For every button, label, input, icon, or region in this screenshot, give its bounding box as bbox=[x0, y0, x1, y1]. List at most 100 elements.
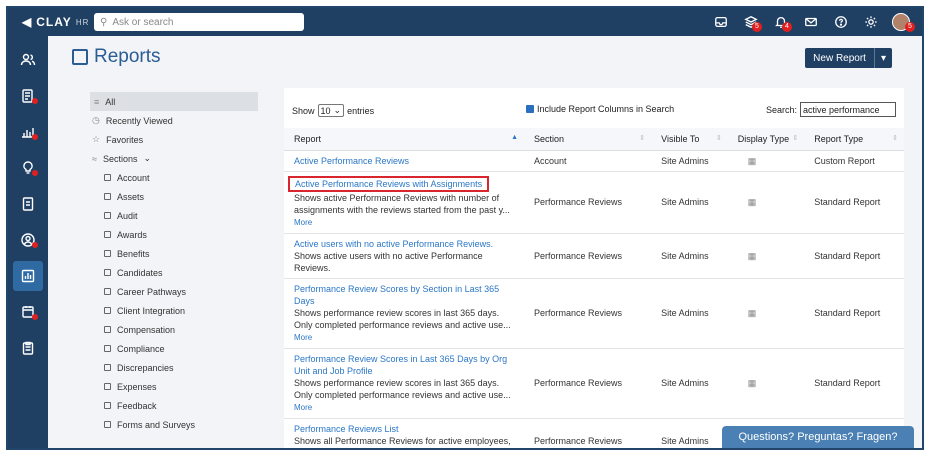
section-checkbox[interactable] bbox=[104, 402, 111, 409]
help-chat-button[interactable]: Questions? Preguntas? Fragen? bbox=[722, 426, 914, 448]
table-header-row: Report ▲ Section ⇕ Visible To ⇕ Display Typ… bbox=[284, 128, 904, 151]
filter-all[interactable]: ≡ All bbox=[90, 92, 258, 111]
section-item[interactable]: Benefits bbox=[72, 244, 278, 263]
filter-sections[interactable]: ≈ Sections ⌄ bbox=[72, 149, 278, 168]
col-report[interactable]: Report ▲ bbox=[284, 128, 524, 151]
table-search-input[interactable]: active performance bbox=[800, 102, 896, 117]
mail-icon[interactable] bbox=[796, 12, 826, 32]
section-checkbox[interactable] bbox=[104, 174, 111, 181]
section-checkbox[interactable] bbox=[104, 231, 111, 238]
logo[interactable]: ◀ CLAY HR bbox=[22, 15, 89, 29]
col-visible-to[interactable]: Visible To ⇕ bbox=[651, 128, 728, 151]
report-description: Shows active Performance Reviews with nu… bbox=[294, 192, 510, 215]
section-item[interactable]: Audit bbox=[72, 206, 278, 225]
sort-icon: ⇕ bbox=[892, 135, 898, 142]
table-row: Performance Review Scores in Last 365 Da… bbox=[284, 348, 904, 419]
report-link[interactable]: Active Performance Reviews bbox=[294, 156, 409, 166]
section-checkbox[interactable] bbox=[104, 288, 111, 295]
section-item[interactable]: Assets bbox=[72, 187, 278, 206]
section-checkbox[interactable] bbox=[104, 307, 111, 314]
section-checkbox[interactable] bbox=[104, 345, 111, 352]
more-link[interactable]: More bbox=[294, 333, 312, 342]
people-icon[interactable] bbox=[8, 42, 48, 78]
chevron-down-icon: ⌄ bbox=[333, 105, 342, 115]
section-checkbox[interactable] bbox=[104, 269, 111, 276]
gear-icon[interactable] bbox=[856, 12, 886, 32]
section-item-label: Discrepancies bbox=[117, 362, 174, 373]
report-link[interactable]: Performance Review Scores by Section in … bbox=[294, 284, 499, 306]
inbox-icon[interactable] bbox=[706, 12, 736, 32]
display-type-cell: ▦ bbox=[727, 278, 805, 349]
filter-favorites[interactable]: ☆ Favorites bbox=[72, 130, 278, 149]
report-type-cell: Standard Report bbox=[804, 278, 904, 349]
global-search-input[interactable]: ⚲ Ask or search bbox=[94, 13, 304, 31]
filter-recently-viewed[interactable]: ◷ Recently Viewed bbox=[72, 111, 278, 130]
table-search-control: Search: active performance bbox=[766, 102, 896, 117]
search-placeholder: Ask or search bbox=[112, 16, 174, 28]
section-checkbox[interactable] bbox=[104, 193, 111, 200]
section-checkbox[interactable] bbox=[104, 383, 111, 390]
show-label: Show bbox=[292, 105, 315, 116]
section-cell: Performance Reviews bbox=[524, 171, 652, 234]
col-display-type[interactable]: Display Type ⇕ bbox=[727, 128, 805, 151]
report-cell: Performance Review Scores by Section in … bbox=[284, 278, 524, 349]
visible-to-cell: Site Admins bbox=[651, 348, 728, 419]
more-link[interactable]: More bbox=[294, 403, 312, 412]
more-link[interactable]: More bbox=[294, 218, 312, 227]
goals-icon[interactable] bbox=[8, 114, 48, 150]
entries-select[interactable]: 10 ⌄ bbox=[317, 104, 345, 117]
table-grid-icon: ▦ bbox=[747, 155, 757, 166]
documents-icon[interactable] bbox=[8, 186, 48, 222]
entries-value: 10 bbox=[320, 105, 331, 116]
section-cell: Account bbox=[524, 150, 652, 172]
sections-label: Sections bbox=[102, 153, 138, 164]
clipboard-icon[interactable] bbox=[8, 330, 48, 366]
section-item[interactable]: Discrepancies bbox=[72, 358, 278, 377]
section-checkbox[interactable] bbox=[104, 364, 111, 371]
layers-icon[interactable]: 5 bbox=[736, 12, 766, 32]
notification-dot bbox=[32, 314, 38, 320]
section-item[interactable]: Career Pathways bbox=[72, 282, 278, 301]
learning-icon[interactable] bbox=[8, 150, 48, 186]
report-link[interactable]: Active Performance Reviews with Assignme… bbox=[295, 179, 482, 189]
section-checkbox[interactable] bbox=[104, 250, 111, 257]
section-item[interactable]: Forms and Surveys bbox=[72, 415, 278, 434]
section-item[interactable]: Candidates bbox=[72, 263, 278, 282]
chevron-down-icon[interactable]: ▾ bbox=[873, 48, 892, 68]
new-report-button[interactable]: New Report ▾ bbox=[805, 48, 892, 68]
section-item[interactable]: Client Integration bbox=[72, 301, 278, 320]
report-link[interactable]: Active users with no active Performance … bbox=[294, 239, 493, 249]
report-link[interactable]: Performance Review Scores in Last 365 Da… bbox=[294, 354, 507, 376]
help-icon[interactable] bbox=[826, 12, 856, 32]
report-type-cell: Standard Report bbox=[804, 233, 904, 279]
schedule-icon[interactable] bbox=[8, 294, 48, 330]
report-link[interactable]: Performance Reviews List bbox=[294, 424, 399, 434]
section-item[interactable]: Account bbox=[72, 168, 278, 187]
profile-icon[interactable] bbox=[8, 222, 48, 258]
col-section-label: Section bbox=[534, 133, 565, 144]
section-checkbox[interactable] bbox=[104, 326, 111, 333]
time-sheet-icon[interactable] bbox=[8, 78, 48, 114]
section-item-label: Compensation bbox=[117, 324, 176, 335]
section-item[interactable]: Expenses bbox=[72, 377, 278, 396]
side-nav bbox=[8, 36, 48, 448]
bell-icon[interactable]: 4 bbox=[766, 12, 796, 32]
bell-badge: 4 bbox=[782, 22, 792, 32]
section-checkbox[interactable] bbox=[104, 421, 111, 428]
avatar[interactable]: 5 bbox=[886, 12, 916, 32]
col-visible-label: Visible To bbox=[661, 133, 700, 144]
report-type-cell: Standard Report bbox=[804, 348, 904, 419]
entries-label: entries bbox=[347, 105, 375, 116]
section-item-label: Compliance bbox=[117, 343, 165, 354]
display-type-cell: ▦ bbox=[727, 150, 805, 172]
include-columns-checkbox[interactable] bbox=[526, 105, 534, 113]
section-item[interactable]: Compensation bbox=[72, 320, 278, 339]
col-report-type[interactable]: Report Type ⇕ bbox=[804, 128, 904, 151]
report-filter-panel: ≡ All ◷ Recently Viewed ☆ Favorites ≈ Sectio… bbox=[72, 88, 278, 448]
section-item[interactable]: Feedback bbox=[72, 396, 278, 415]
col-section[interactable]: Section ⇕ bbox=[524, 128, 652, 151]
section-item[interactable]: Awards bbox=[72, 225, 278, 244]
reports-nav-icon[interactable] bbox=[8, 258, 48, 294]
section-checkbox[interactable] bbox=[104, 212, 111, 219]
section-item[interactable]: Compliance bbox=[72, 339, 278, 358]
